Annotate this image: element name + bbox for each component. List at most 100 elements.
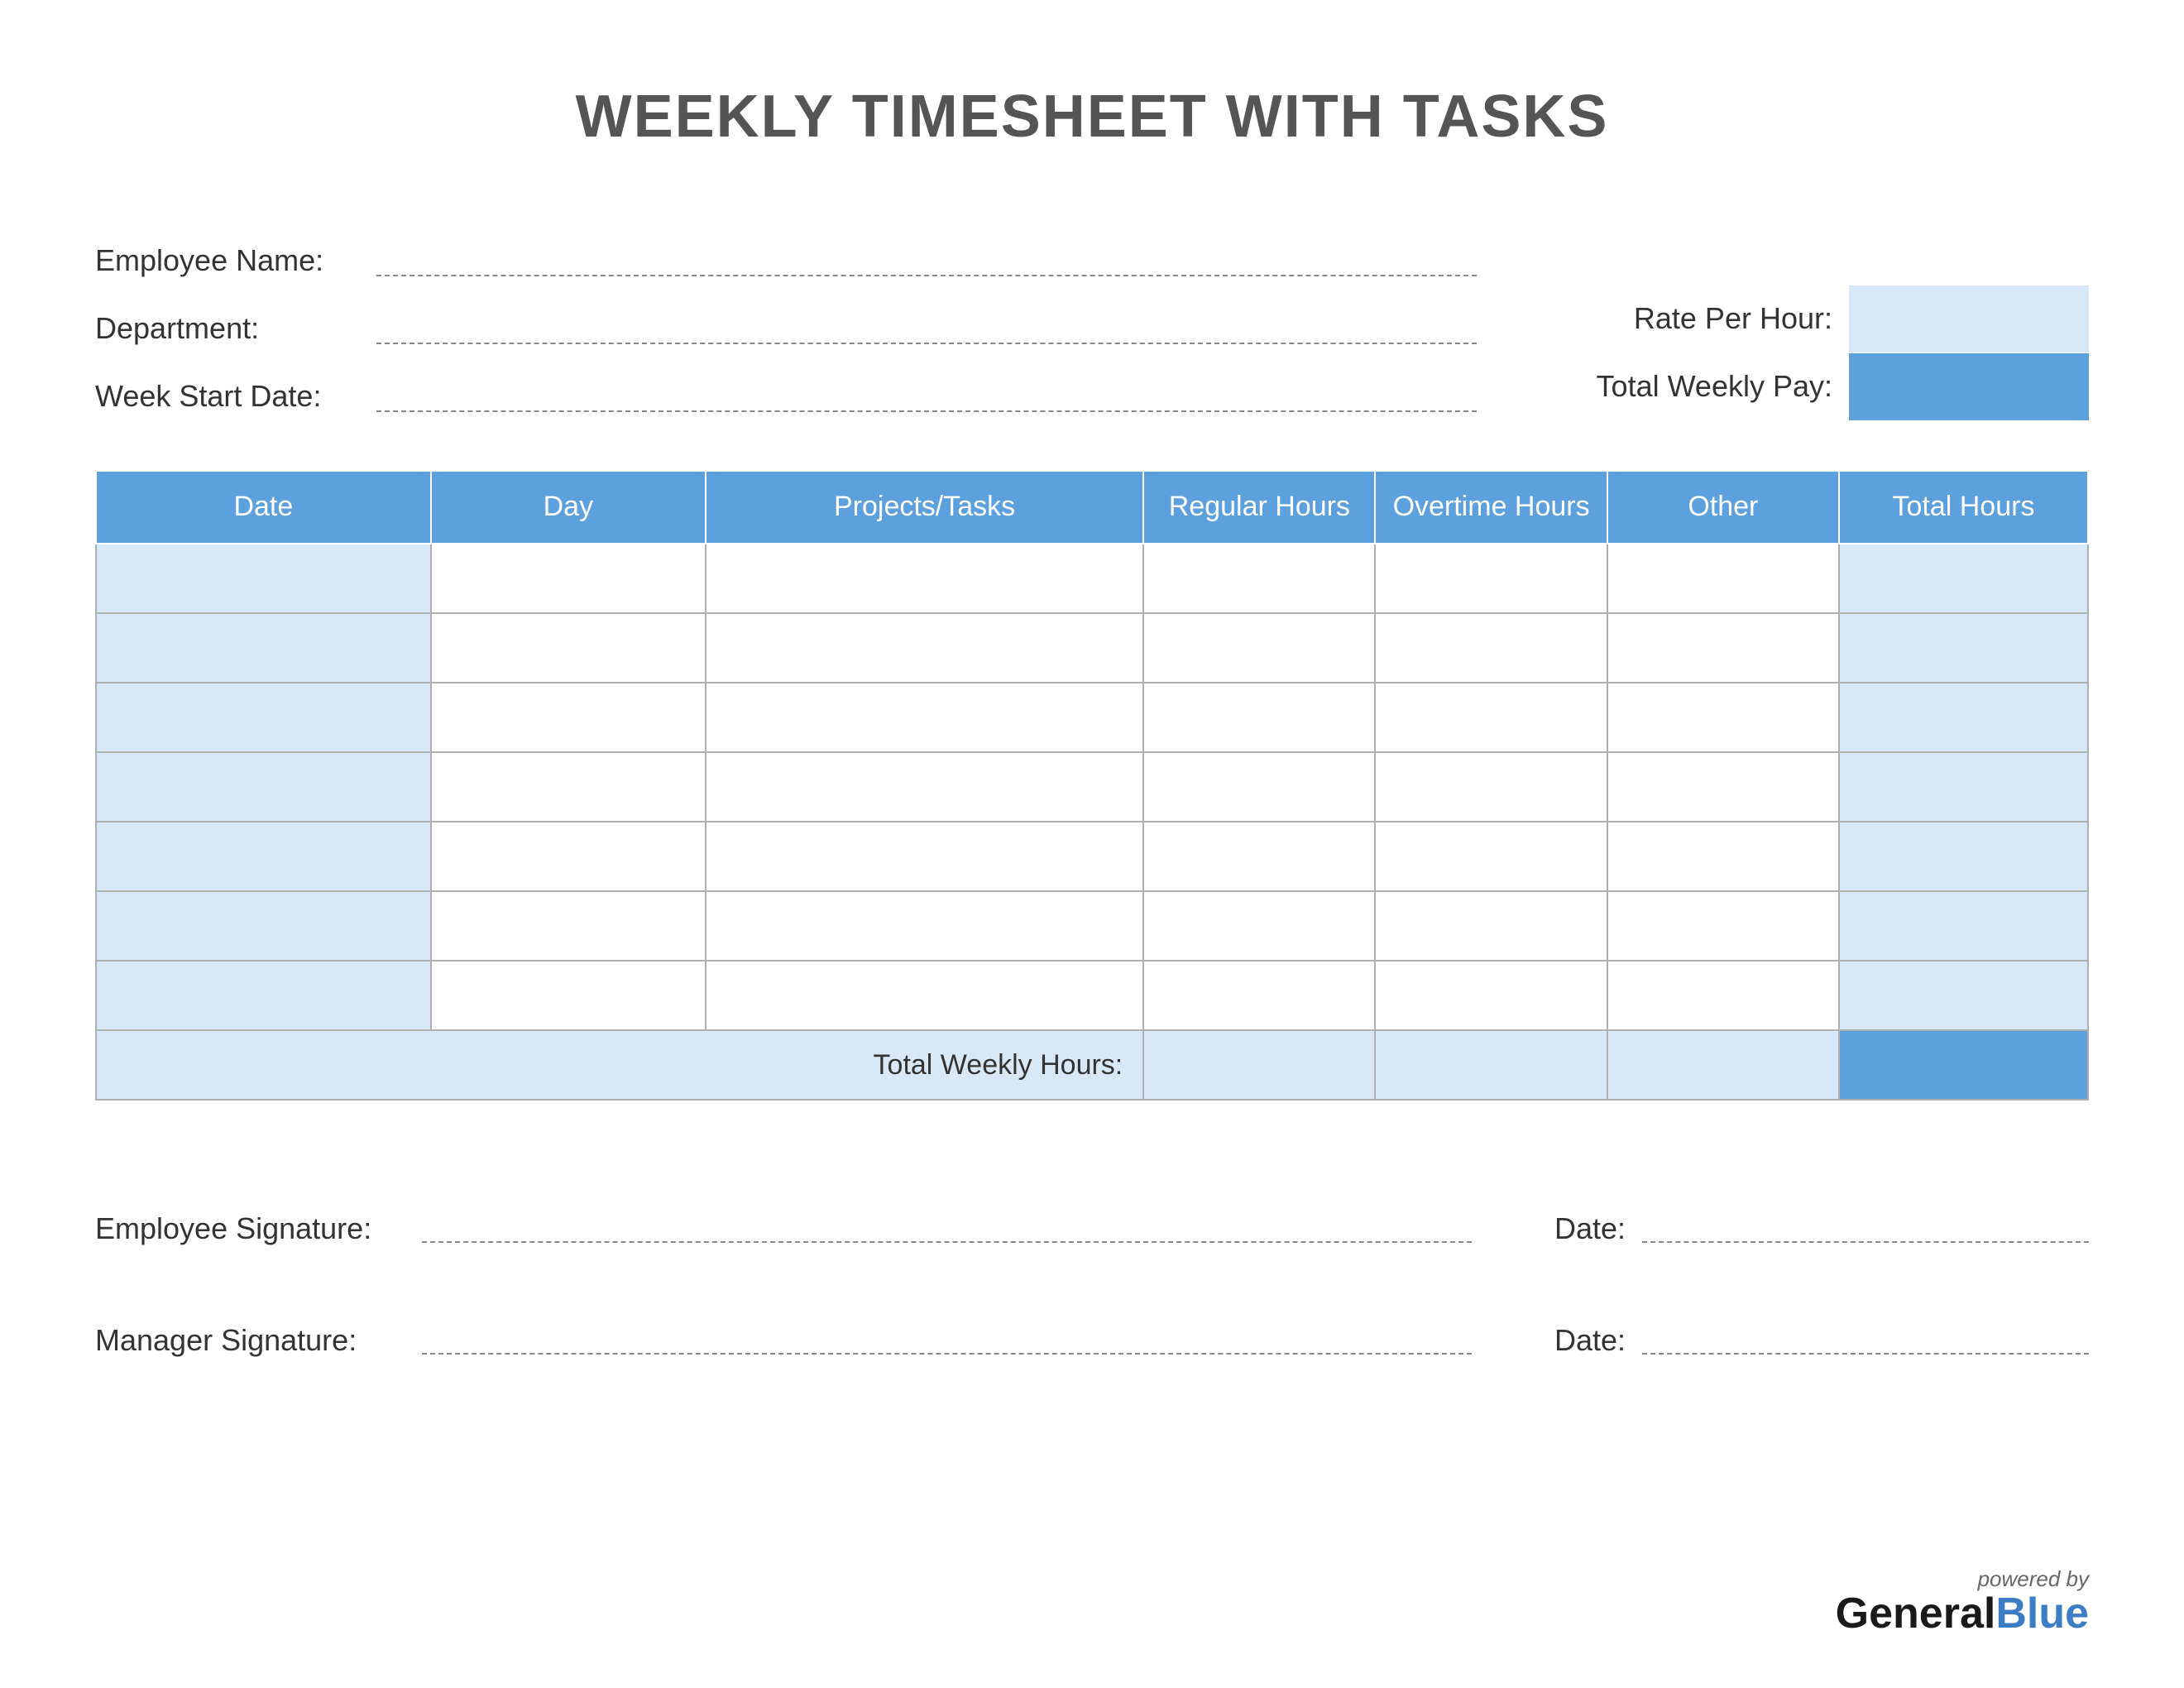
table-row: [96, 961, 2088, 1030]
totals-overtime: [1375, 1030, 1607, 1100]
cell-projects[interactable]: [706, 544, 1143, 613]
cell-regular[interactable]: [1143, 544, 1375, 613]
cell-projects[interactable]: [706, 822, 1143, 891]
cell-total[interactable]: [1839, 613, 2088, 683]
info-section: Employee Name: Department: Week Start Da…: [95, 217, 2089, 420]
week-start-row: Week Start Date:: [95, 352, 1477, 420]
table-header-row: Date Day Projects/Tasks Regular Hours Ov…: [96, 471, 2088, 544]
employee-signature-label: Employee Signature:: [95, 1211, 422, 1249]
header-regular: Regular Hours: [1143, 471, 1375, 544]
brand-part2: Blue: [1995, 1590, 2089, 1638]
cell-total[interactable]: [1839, 891, 2088, 961]
cell-regular[interactable]: [1143, 822, 1375, 891]
employee-name-row: Employee Name:: [95, 217, 1477, 285]
table-row: [96, 613, 2088, 683]
cell-date[interactable]: [96, 961, 431, 1030]
table-row: [96, 683, 2088, 752]
footer: powered by GeneralBlue: [1836, 1566, 2089, 1638]
total-weekly-pay-value: [1849, 353, 2089, 420]
employee-signature-row: Employee Signature: Date:: [95, 1200, 2089, 1249]
department-row: Department:: [95, 285, 1477, 352]
cell-projects[interactable]: [706, 752, 1143, 822]
cell-projects[interactable]: [706, 891, 1143, 961]
cell-total[interactable]: [1839, 822, 2088, 891]
manager-signature-label: Manager Signature:: [95, 1323, 422, 1361]
department-input-line[interactable]: [376, 343, 1477, 344]
timesheet-table: Date Day Projects/Tasks Regular Hours Ov…: [95, 470, 2089, 1101]
rate-per-hour-row: Rate Per Hour:: [1510, 285, 2089, 352]
page-title: WEEKLY TIMESHEET WITH TASKS: [95, 83, 2089, 151]
table-row: [96, 822, 2088, 891]
cell-regular[interactable]: [1143, 891, 1375, 961]
totals-row: Total Weekly Hours:: [96, 1030, 2088, 1100]
cell-date[interactable]: [96, 683, 431, 752]
employee-signature-date-label: Date:: [1554, 1211, 1642, 1249]
cell-overtime[interactable]: [1375, 961, 1607, 1030]
total-weekly-pay-label: Total Weekly Pay:: [1510, 369, 1849, 404]
header-other: Other: [1607, 471, 1839, 544]
cell-date[interactable]: [96, 752, 431, 822]
header-total: Total Hours: [1839, 471, 2088, 544]
cell-overtime[interactable]: [1375, 891, 1607, 961]
cell-overtime[interactable]: [1375, 613, 1607, 683]
header-overtime: Overtime Hours: [1375, 471, 1607, 544]
week-start-input-line[interactable]: [376, 410, 1477, 412]
info-right: Rate Per Hour: Total Weekly Pay:: [1510, 217, 2089, 420]
cell-day[interactable]: [431, 544, 706, 613]
cell-regular[interactable]: [1143, 683, 1375, 752]
signature-section: Employee Signature: Date: Manager Signat…: [95, 1200, 2089, 1361]
manager-signature-line[interactable]: [422, 1353, 1472, 1355]
totals-regular: [1143, 1030, 1375, 1100]
cell-other[interactable]: [1607, 752, 1839, 822]
totals-grand: [1839, 1030, 2088, 1100]
cell-overtime[interactable]: [1375, 752, 1607, 822]
employee-signature-line[interactable]: [422, 1241, 1472, 1243]
brand-logo: GeneralBlue: [1836, 1589, 2089, 1638]
brand-part1: General: [1836, 1590, 1996, 1638]
cell-date[interactable]: [96, 544, 431, 613]
cell-day[interactable]: [431, 891, 706, 961]
cell-regular[interactable]: [1143, 752, 1375, 822]
cell-other[interactable]: [1607, 891, 1839, 961]
cell-other[interactable]: [1607, 683, 1839, 752]
table-row: [96, 891, 2088, 961]
cell-regular[interactable]: [1143, 961, 1375, 1030]
cell-day[interactable]: [431, 752, 706, 822]
cell-date[interactable]: [96, 613, 431, 683]
employee-signature-date-line[interactable]: [1642, 1241, 2089, 1243]
header-date: Date: [96, 471, 431, 544]
cell-total[interactable]: [1839, 961, 2088, 1030]
department-label: Department:: [95, 311, 376, 352]
cell-other[interactable]: [1607, 961, 1839, 1030]
cell-overtime[interactable]: [1375, 822, 1607, 891]
cell-overtime[interactable]: [1375, 683, 1607, 752]
employee-name-label: Employee Name:: [95, 243, 376, 285]
cell-date[interactable]: [96, 822, 431, 891]
cell-day[interactable]: [431, 613, 706, 683]
rate-per-hour-label: Rate Per Hour:: [1510, 301, 1849, 336]
cell-date[interactable]: [96, 891, 431, 961]
table-row: [96, 544, 2088, 613]
cell-day[interactable]: [431, 683, 706, 752]
rate-per-hour-input[interactable]: [1849, 285, 2089, 352]
cell-total[interactable]: [1839, 683, 2088, 752]
cell-projects[interactable]: [706, 683, 1143, 752]
cell-other[interactable]: [1607, 544, 1839, 613]
cell-overtime[interactable]: [1375, 544, 1607, 613]
header-projects: Projects/Tasks: [706, 471, 1143, 544]
manager-signature-date-label: Date:: [1554, 1323, 1642, 1361]
cell-total[interactable]: [1839, 752, 2088, 822]
totals-other: [1607, 1030, 1839, 1100]
week-start-label: Week Start Date:: [95, 379, 376, 420]
employee-name-input-line[interactable]: [376, 275, 1477, 276]
cell-day[interactable]: [431, 822, 706, 891]
cell-other[interactable]: [1607, 613, 1839, 683]
header-day: Day: [431, 471, 706, 544]
cell-projects[interactable]: [706, 961, 1143, 1030]
cell-total[interactable]: [1839, 544, 2088, 613]
cell-day[interactable]: [431, 961, 706, 1030]
cell-regular[interactable]: [1143, 613, 1375, 683]
cell-other[interactable]: [1607, 822, 1839, 891]
manager-signature-date-line[interactable]: [1642, 1353, 2089, 1355]
cell-projects[interactable]: [706, 613, 1143, 683]
